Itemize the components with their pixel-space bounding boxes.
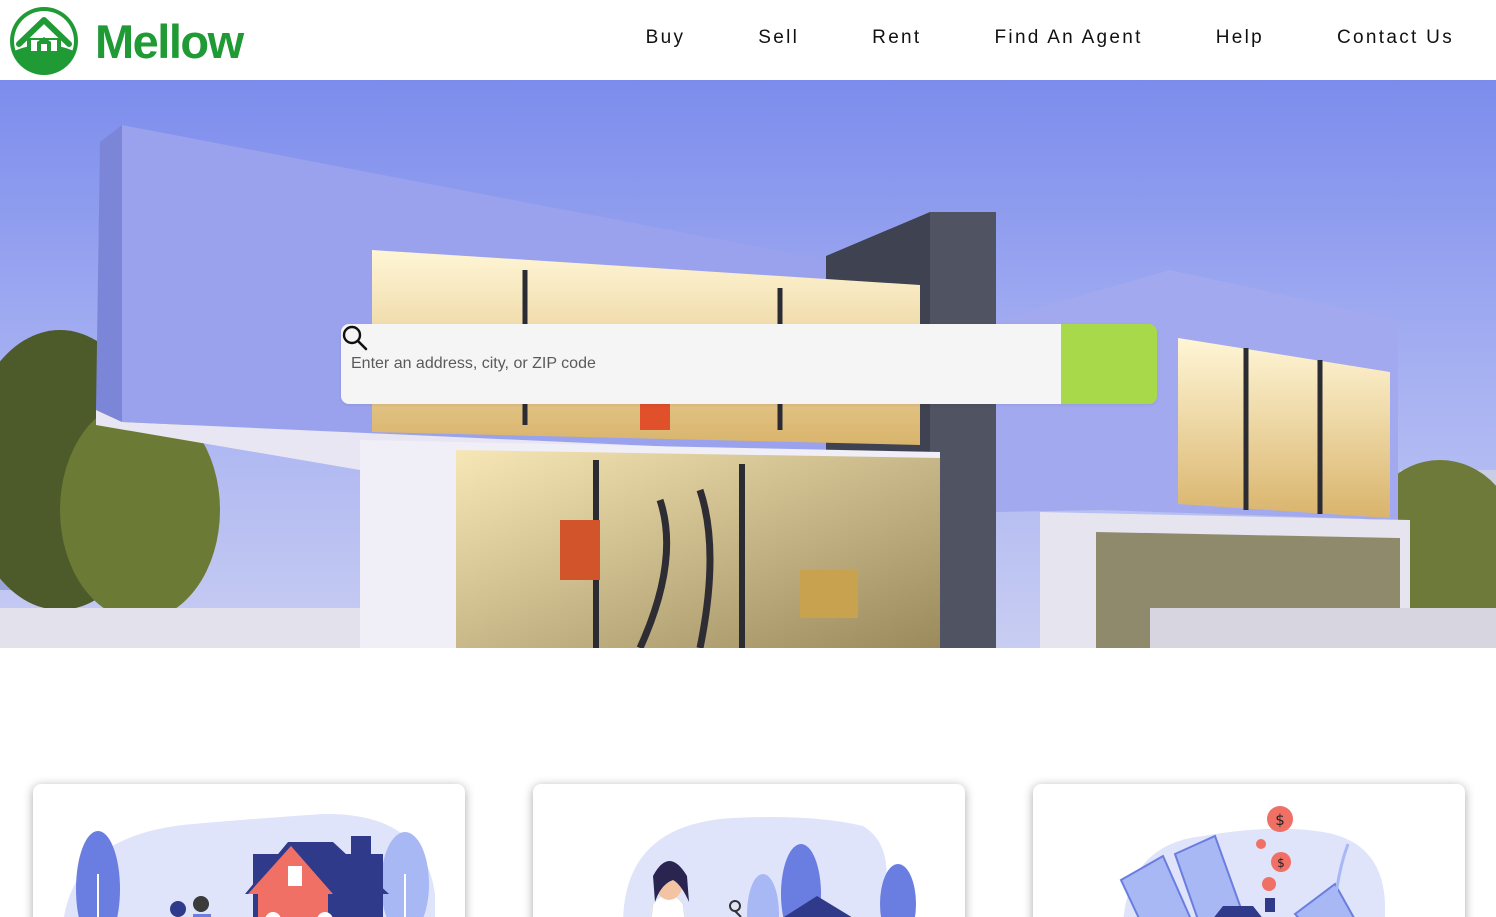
feature-card-rent[interactable]: $ $ (1033, 784, 1465, 917)
nav-contact-us[interactable]: Contact Us (1337, 27, 1454, 49)
brand-name: Mellow (95, 14, 244, 68)
svg-text:$: $ (1277, 856, 1285, 870)
family-house-illustration (64, 813, 435, 917)
search-icon (342, 325, 368, 351)
search-input[interactable] (341, 324, 1061, 404)
agent-keys-illustration (623, 817, 916, 917)
main-nav: Buy Sell Rent Find An Agent Help Contact… (646, 27, 1454, 49)
site-header: Mellow Buy Sell Rent Find An Agent Help … (0, 0, 1496, 80)
house-logo-icon (10, 7, 78, 75)
feature-card-sell[interactable] (533, 784, 965, 917)
search-button[interactable] (342, 324, 1157, 404)
search-bar (341, 324, 1157, 404)
nav-find-an-agent[interactable]: Find An Agent (995, 27, 1143, 49)
nav-buy[interactable]: Buy (646, 27, 686, 49)
logo[interactable]: Mellow (9, 6, 244, 76)
feature-card-buy[interactable] (33, 784, 465, 917)
nav-rent[interactable]: Rent (872, 27, 921, 49)
svg-text:$: $ (1275, 811, 1285, 829)
nav-help[interactable]: Help (1216, 27, 1264, 49)
money-house-illustration: $ $ (1119, 806, 1385, 917)
hero-banner (0, 80, 1496, 648)
nav-sell[interactable]: Sell (758, 27, 799, 49)
